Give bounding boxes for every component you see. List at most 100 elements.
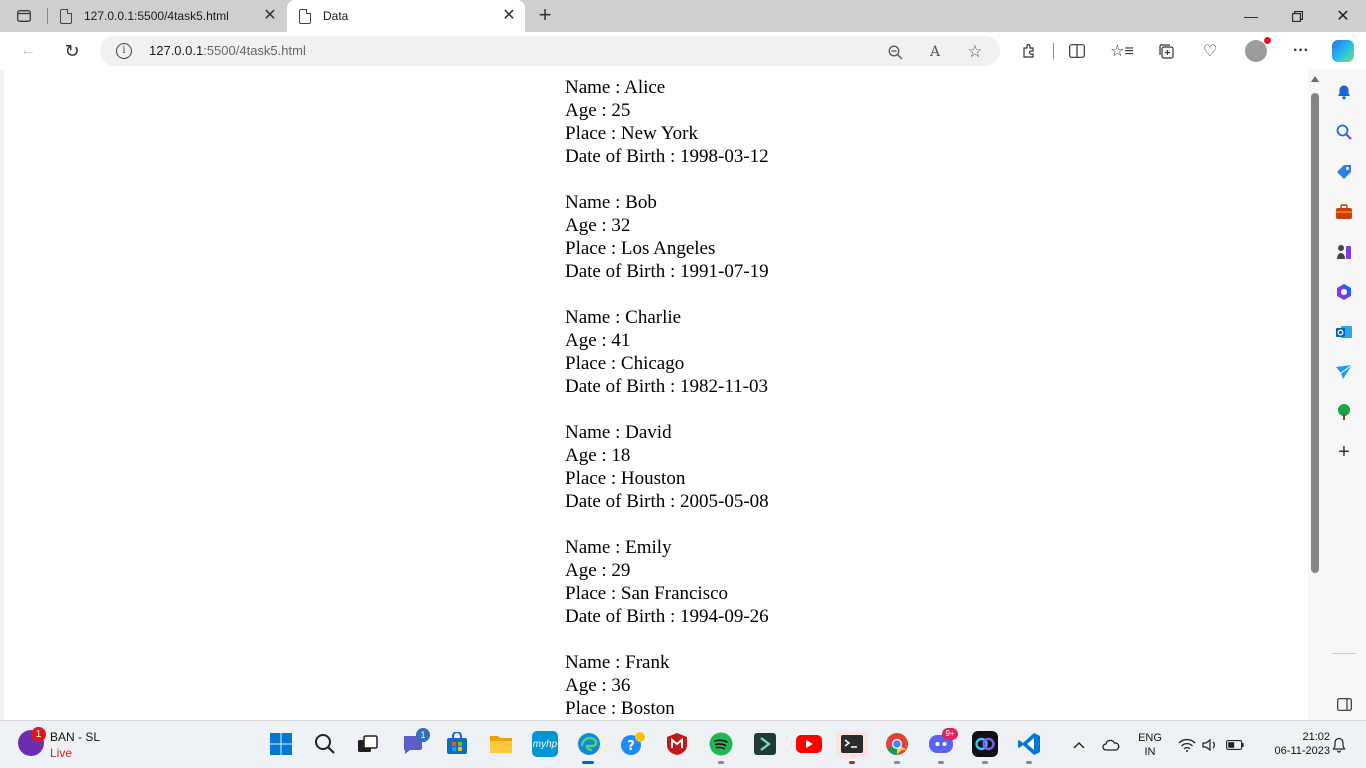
file-explorer-icon[interactable] bbox=[488, 731, 514, 757]
page-icon bbox=[60, 8, 72, 24]
record-age: Age : 41 bbox=[565, 330, 631, 351]
youtube-icon[interactable] bbox=[796, 731, 822, 757]
extensions-icon[interactable] bbox=[1017, 39, 1041, 63]
toolbar-separator bbox=[1053, 43, 1054, 59]
edge-browser-icon[interactable] bbox=[576, 731, 602, 757]
tools-briefcase-icon[interactable] bbox=[1334, 202, 1354, 222]
active-app-indicator bbox=[582, 761, 594, 764]
scrollbar-thumb[interactable] bbox=[1311, 93, 1319, 573]
volume-icon[interactable] bbox=[1201, 736, 1219, 754]
weather-status[interactable]: Live bbox=[50, 746, 72, 760]
add-app-icon[interactable]: + bbox=[1334, 441, 1354, 463]
record-date-of-birth: Date of Birth : 1991-07-19 bbox=[565, 261, 769, 282]
favorite-star-icon[interactable]: ☆ bbox=[966, 42, 984, 61]
record-name: Name : Charlie bbox=[565, 307, 682, 328]
tips-icon[interactable]: ? bbox=[620, 731, 646, 757]
sidebar-divider bbox=[1332, 653, 1356, 654]
read-aloud-icon[interactable]: A bbox=[926, 43, 944, 61]
records-list: Name : Alice Age : 25 Place : New York Date… bbox=[565, 76, 769, 720]
running-indicator bbox=[938, 761, 944, 764]
record-name: Name : Alice bbox=[565, 77, 666, 98]
terminal-icon[interactable] bbox=[836, 731, 868, 757]
send-paper-plane-icon[interactable] bbox=[1334, 362, 1354, 382]
unknown-app-icon[interactable] bbox=[752, 731, 778, 757]
running-indicator bbox=[718, 761, 724, 764]
clock[interactable]: 21:02 06-11-2023 bbox=[1254, 730, 1330, 758]
microsoft-store-icon[interactable] bbox=[444, 731, 470, 757]
tab-inactive[interactable]: 127.0.0.1:5500/4task5.html ✕ bbox=[52, 0, 286, 32]
clock-time: 21:02 bbox=[1302, 731, 1330, 743]
tab-title: 127.0.0.1:5500/4task5.html bbox=[84, 9, 229, 23]
task-view-icon[interactable] bbox=[355, 731, 381, 757]
battery-icon[interactable] bbox=[1226, 736, 1244, 754]
restore-button[interactable] bbox=[1274, 0, 1320, 32]
profile-avatar[interactable] bbox=[1245, 37, 1271, 62]
minimize-button[interactable]: — bbox=[1228, 0, 1274, 32]
shopping-tag-icon[interactable] bbox=[1334, 162, 1354, 182]
record-name: Name : Bob bbox=[565, 192, 657, 213]
close-icon[interactable]: ✕ bbox=[501, 8, 517, 24]
close-icon[interactable]: ✕ bbox=[262, 8, 278, 24]
vertical-scrollbar[interactable] bbox=[1308, 70, 1322, 720]
onedrive-cloud-icon[interactable] bbox=[1102, 736, 1120, 754]
microsoft-365-icon[interactable] bbox=[1334, 282, 1354, 302]
record-place: Place : Los Angeles bbox=[565, 238, 716, 259]
record-age: Age : 29 bbox=[565, 560, 631, 581]
refresh-icon[interactable]: ↻ bbox=[60, 39, 84, 63]
tab-actions-icon[interactable] bbox=[8, 4, 40, 28]
running-indicator bbox=[982, 761, 988, 764]
search-icon[interactable] bbox=[1334, 122, 1354, 142]
scroll-up-icon[interactable] bbox=[1311, 76, 1319, 82]
language-indicator[interactable]: ENG IN bbox=[1134, 731, 1166, 759]
address-bar[interactable]: i 127.0.0.1:5500/4task5.html A ☆ bbox=[100, 36, 1000, 66]
notification-bell-icon[interactable] bbox=[1330, 736, 1348, 754]
record-name: Name : David bbox=[565, 422, 672, 443]
new-tab-button[interactable]: + bbox=[533, 4, 557, 28]
back-icon[interactable]: ← bbox=[16, 39, 40, 63]
vscode-icon[interactable] bbox=[1016, 731, 1042, 757]
tree-icon[interactable] bbox=[1334, 402, 1354, 422]
record-item: Name : Alice Age : 25 Place : New York Date… bbox=[565, 76, 769, 168]
search-icon[interactable] bbox=[312, 731, 338, 757]
record-date-of-birth: Date of Birth : 2005-05-08 bbox=[565, 491, 769, 512]
myhp-icon[interactable]: myhp bbox=[532, 731, 558, 757]
windows-start-icon[interactable] bbox=[268, 731, 294, 757]
record-age: Age : 32 bbox=[565, 215, 631, 236]
favorites-icon[interactable]: ☆≡ bbox=[1110, 39, 1134, 63]
weather-title[interactable]: BAN - SL bbox=[50, 730, 100, 744]
tab-active[interactable]: Data ✕ bbox=[287, 0, 525, 32]
split-screen-icon[interactable] bbox=[1065, 39, 1089, 63]
record-place: Place : Boston bbox=[565, 698, 675, 719]
record-place: Place : San Francisco bbox=[565, 583, 729, 604]
record-name: Name : Frank bbox=[565, 652, 670, 673]
browser-essentials-icon[interactable]: ♡ bbox=[1198, 39, 1222, 63]
notification-bell-icon[interactable] bbox=[1334, 82, 1354, 102]
record-place: Place : New York bbox=[565, 123, 698, 144]
page-icon bbox=[299, 8, 311, 24]
zoom-out-icon[interactable] bbox=[886, 43, 904, 61]
record-age: Age : 25 bbox=[565, 100, 631, 121]
copilot-icon[interactable] bbox=[1332, 40, 1354, 62]
record-item: Name : Frank Age : 36 Place : Boston bbox=[565, 651, 769, 720]
tab-title: Data bbox=[323, 9, 349, 23]
language-region: IN bbox=[1144, 746, 1156, 758]
chevron-up-icon[interactable] bbox=[1070, 736, 1088, 754]
info-icon[interactable]: i bbox=[116, 43, 132, 59]
hide-sidebar-icon[interactable] bbox=[1334, 694, 1354, 714]
webex-icon[interactable] bbox=[972, 731, 998, 757]
more-options-icon[interactable]: ··· bbox=[1289, 39, 1313, 63]
tab-strip: 127.0.0.1:5500/4task5.html ✕ Data ✕ + — … bbox=[0, 0, 1366, 32]
collections-icon[interactable] bbox=[1154, 39, 1178, 63]
record-item: Name : Bob Age : 32 Place : Los Angeles Dat… bbox=[565, 191, 769, 283]
wifi-icon[interactable] bbox=[1178, 736, 1196, 754]
mcafee-icon[interactable] bbox=[664, 731, 690, 757]
url-text[interactable]: 127.0.0.1:5500/4task5.html bbox=[149, 43, 306, 58]
games-icon[interactable] bbox=[1334, 242, 1354, 262]
running-indicator bbox=[894, 761, 900, 764]
chrome-icon[interactable] bbox=[884, 731, 910, 757]
record-item: Name : David Age : 18 Place : Houston Date … bbox=[565, 421, 769, 513]
close-window-button[interactable]: ✕ bbox=[1320, 0, 1366, 32]
spotify-icon[interactable] bbox=[708, 731, 734, 757]
clock-date: 06-11-2023 bbox=[1274, 745, 1330, 757]
outlook-icon[interactable] bbox=[1334, 322, 1354, 342]
